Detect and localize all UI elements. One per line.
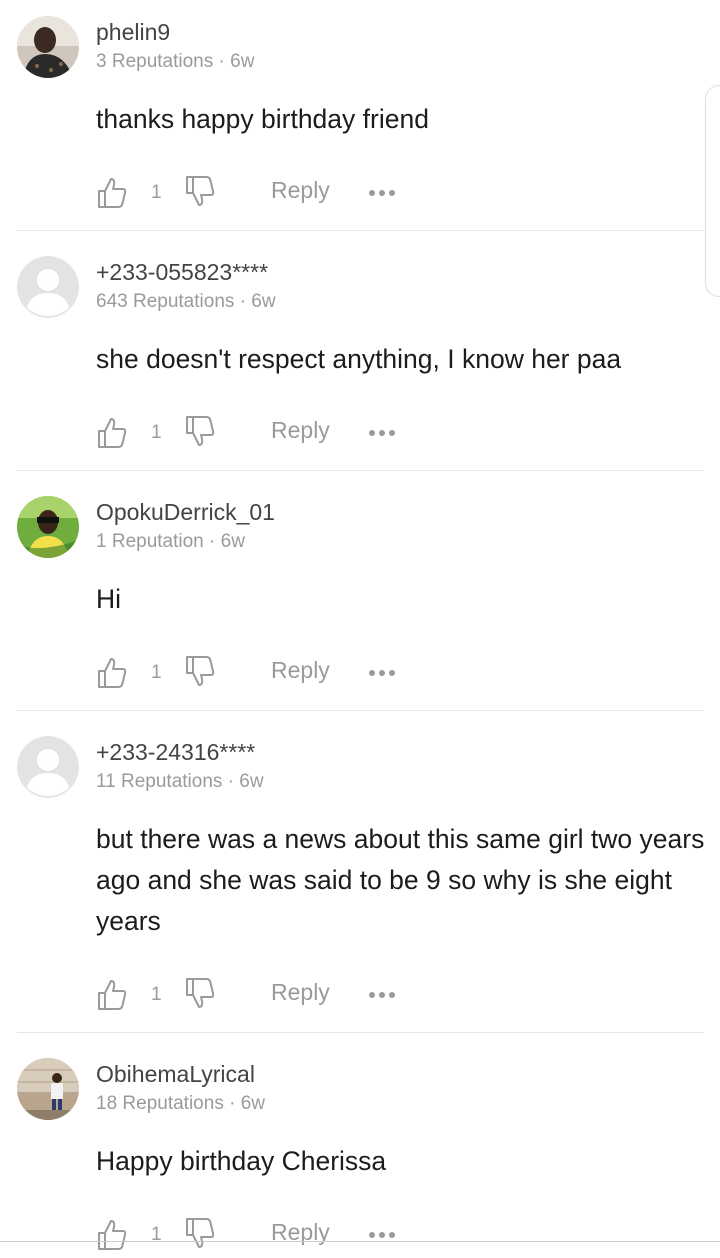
user-avatar[interactable]	[17, 16, 79, 78]
comment-text: Hi	[96, 584, 122, 614]
reputation-count: 3 Reputations	[96, 51, 214, 72]
comment-meta: 3 Reputations · 6w	[96, 51, 255, 72]
bottom-divider	[0, 1241, 720, 1242]
like-count: 1	[151, 182, 162, 203]
comment-text: Happy birthday Cherissa	[96, 1146, 387, 1176]
reply-button[interactable]: Reply	[271, 417, 330, 444]
comment-text: she doesn't respect anything, I know her…	[96, 344, 622, 374]
reputation-count: 643 Reputations	[96, 291, 235, 312]
thumbs-up-icon[interactable]	[96, 656, 128, 690]
like-count: 1	[151, 422, 162, 443]
like-count: 1	[151, 984, 162, 1005]
reply-button[interactable]: Reply	[271, 657, 330, 684]
more-options-icon[interactable]	[368, 1228, 396, 1240]
more-options-icon[interactable]	[368, 666, 396, 678]
comment-actions: 1 Reply	[0, 978, 720, 1018]
user-avatar[interactable]	[17, 496, 79, 558]
username[interactable]: +233-24316****	[96, 739, 255, 766]
comment-actions: 1 Reply	[0, 1218, 720, 1258]
thumbs-down-icon[interactable]	[184, 1216, 216, 1250]
user-avatar[interactable]	[17, 1058, 79, 1120]
comment-text: but there was a news about this same gir…	[96, 824, 705, 936]
comment-meta: 18 Reputations · 6w	[96, 1093, 266, 1114]
comment-time: 6w	[230, 51, 255, 72]
thumbs-up-icon[interactable]	[96, 978, 128, 1012]
divider	[17, 1032, 704, 1033]
comment-time: 6w	[240, 1093, 266, 1114]
comment-actions: 1 Reply	[0, 176, 720, 216]
username[interactable]: +233-055823****	[96, 259, 268, 286]
divider	[17, 470, 704, 471]
like-count: 1	[151, 1224, 162, 1245]
reputation-count: 11 Reputations	[96, 771, 223, 792]
divider	[17, 230, 704, 231]
username[interactable]: OpokuDerrick_01	[96, 499, 275, 526]
comment-actions: 1 Reply	[0, 656, 720, 696]
comment-meta: 11 Reputations · 6w	[96, 771, 264, 792]
comment-time: 6w	[220, 531, 245, 552]
comment-meta: 1 Reputation · 6w	[96, 531, 245, 552]
comment-time: 6w	[239, 771, 264, 792]
comment-text: thanks happy birthday friend	[96, 104, 429, 134]
thumbs-down-icon[interactable]	[184, 976, 216, 1010]
more-options-icon[interactable]	[368, 426, 396, 438]
comment-meta: 643 Reputations · 6w	[96, 291, 276, 312]
thumbs-down-icon[interactable]	[184, 414, 216, 448]
side-panel-edge[interactable]	[705, 85, 720, 297]
more-options-icon[interactable]	[368, 988, 396, 1000]
thumbs-up-icon[interactable]	[96, 1218, 128, 1252]
reply-button[interactable]: Reply	[271, 979, 330, 1006]
reply-button[interactable]: Reply	[271, 177, 330, 204]
thumbs-down-icon[interactable]	[184, 654, 216, 688]
user-avatar[interactable]	[17, 256, 79, 318]
like-count: 1	[151, 662, 162, 683]
reputation-count: 18 Reputations	[96, 1093, 224, 1114]
reputation-count: 1 Reputation	[96, 531, 204, 552]
thumbs-down-icon[interactable]	[184, 174, 216, 208]
thumbs-up-icon[interactable]	[96, 416, 128, 450]
divider	[17, 710, 704, 711]
thumbs-up-icon[interactable]	[96, 176, 128, 210]
username[interactable]: phelin9	[96, 19, 170, 46]
more-options-icon[interactable]	[368, 186, 396, 198]
comment-time: 6w	[251, 291, 276, 312]
username[interactable]: ObihemaLyrical	[96, 1061, 255, 1088]
comment-actions: 1 Reply	[0, 416, 720, 456]
user-avatar[interactable]	[17, 736, 79, 798]
